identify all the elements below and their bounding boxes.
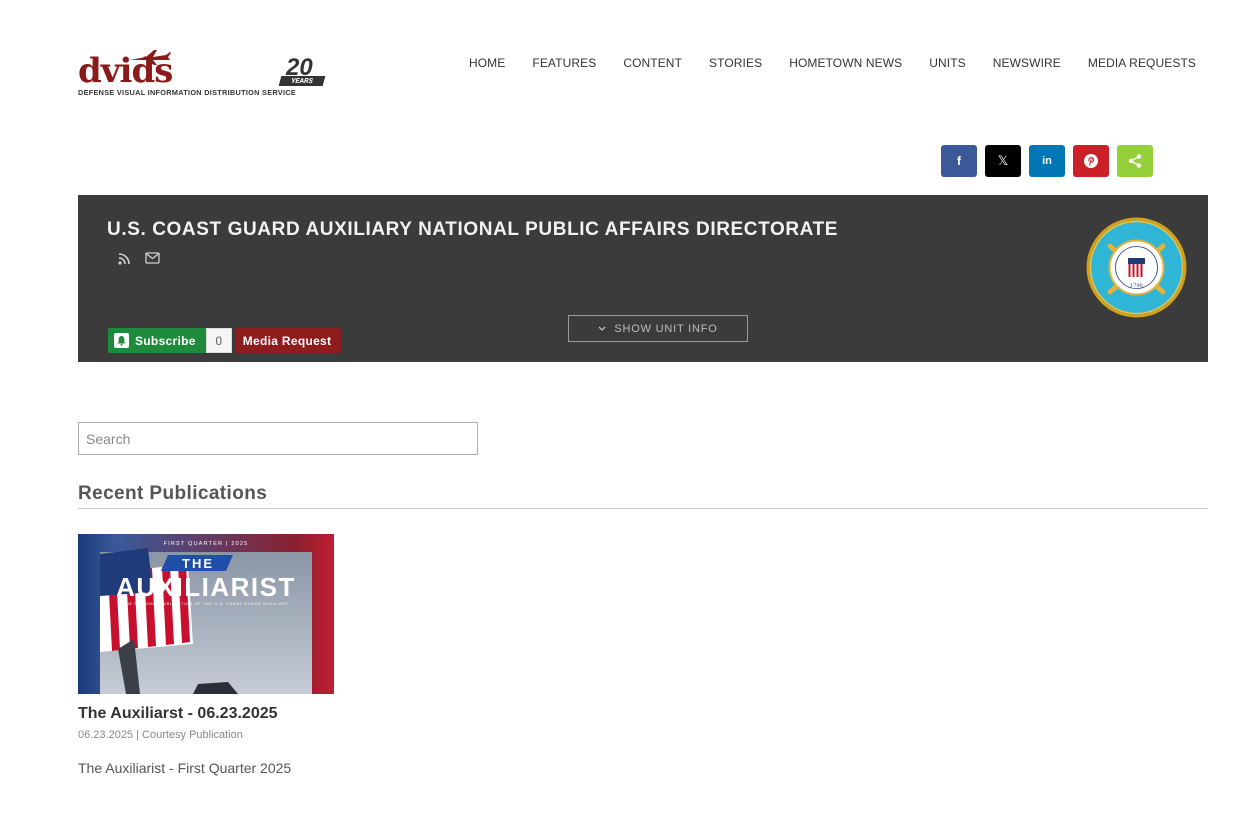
recent-publications-title: Recent Publications xyxy=(78,483,268,504)
pinterest-share-button[interactable] xyxy=(1073,145,1109,177)
anniversary-badge: 20 YEARS xyxy=(278,56,326,90)
nav-stories[interactable]: STORIES xyxy=(709,56,762,70)
unit-banner: U.S. COAST GUARD AUXILIARY NATIONAL PUBL… xyxy=(78,195,1208,362)
publication-meta: 06.23.2025 | Courtesy Publication xyxy=(78,729,243,741)
coast-guard-seal: 1790 xyxy=(1086,217,1187,318)
section-divider xyxy=(78,508,1208,509)
jet-icon xyxy=(130,50,171,65)
share-bar: f 𝕏 in xyxy=(941,145,1153,177)
subscriber-count: 0 xyxy=(205,328,232,353)
unit-feed-links xyxy=(118,252,160,265)
subscribe-label: Subscribe xyxy=(135,333,196,348)
show-unit-info-button[interactable]: SHOW UNIT INFO xyxy=(568,315,748,342)
publication-thumbnail[interactable]: FIRST QUARTER | 2025 THE AUXILIARIST THE… xyxy=(78,534,334,694)
email-icon[interactable] xyxy=(145,252,160,264)
subscribe-button[interactable]: Subscribe xyxy=(108,328,206,353)
nav-media-requests[interactable]: MEDIA REQUESTS xyxy=(1088,56,1196,70)
nav-newswire[interactable]: NEWSWIRE xyxy=(993,56,1061,70)
anniversary-label: YEARS xyxy=(278,76,326,86)
facebook-icon: f xyxy=(957,154,961,168)
publication-cover: FIRST QUARTER | 2025 THE AUXILIARIST THE… xyxy=(78,534,334,694)
nav-home[interactable]: HOME xyxy=(469,56,505,70)
share-icon xyxy=(1128,154,1142,168)
cover-the: THE xyxy=(182,556,214,571)
publication-description: The Auxiliarist - First Quarter 2025 xyxy=(78,760,292,776)
search-input[interactable] xyxy=(78,422,478,455)
logo-subtitle: Defense Visual Information Distribution … xyxy=(78,88,297,97)
dvids-logo[interactable]: dvids Defense Visual Information Distrib… xyxy=(78,46,330,98)
bell-icon xyxy=(114,333,129,348)
show-unit-info-label: SHOW UNIT INFO xyxy=(614,322,718,335)
seal-year: 1790 xyxy=(1130,283,1143,289)
rss-icon[interactable] xyxy=(118,252,131,265)
nav-hometown-news[interactable]: HOMETOWN NEWS xyxy=(789,56,902,70)
linkedin-share-button[interactable]: in xyxy=(1029,145,1065,177)
cover-title: AUXILIARIST xyxy=(116,572,296,602)
facebook-share-button[interactable]: f xyxy=(941,145,977,177)
linkedin-icon: in xyxy=(1042,155,1052,167)
unit-title: U.S. COAST GUARD AUXILIARY NATIONAL PUBL… xyxy=(107,219,839,240)
media-request-button[interactable]: Media Request xyxy=(235,328,342,353)
nav-units[interactable]: UNITS xyxy=(929,56,966,70)
cover-subtitle: THE NATIONAL PUBLICATION OF THE U.S. COA… xyxy=(123,602,289,606)
publication-title[interactable]: The Auxiliarst - 06.23.2025 xyxy=(78,705,278,723)
x-icon: 𝕏 xyxy=(997,153,1009,168)
nav-content[interactable]: CONTENT xyxy=(623,56,682,70)
subscribe-group: Subscribe 0 Media Request xyxy=(108,328,342,353)
main-nav: HOME FEATURES CONTENT STORIES HOMETOWN N… xyxy=(442,56,1196,70)
pinterest-icon xyxy=(1084,154,1098,168)
more-share-button[interactable] xyxy=(1117,145,1153,177)
nav-features[interactable]: FEATURES xyxy=(532,56,596,70)
chevron-down-icon xyxy=(598,326,606,331)
x-share-button[interactable]: 𝕏 xyxy=(985,145,1021,177)
cover-issue: FIRST QUARTER | 2025 xyxy=(164,541,249,547)
